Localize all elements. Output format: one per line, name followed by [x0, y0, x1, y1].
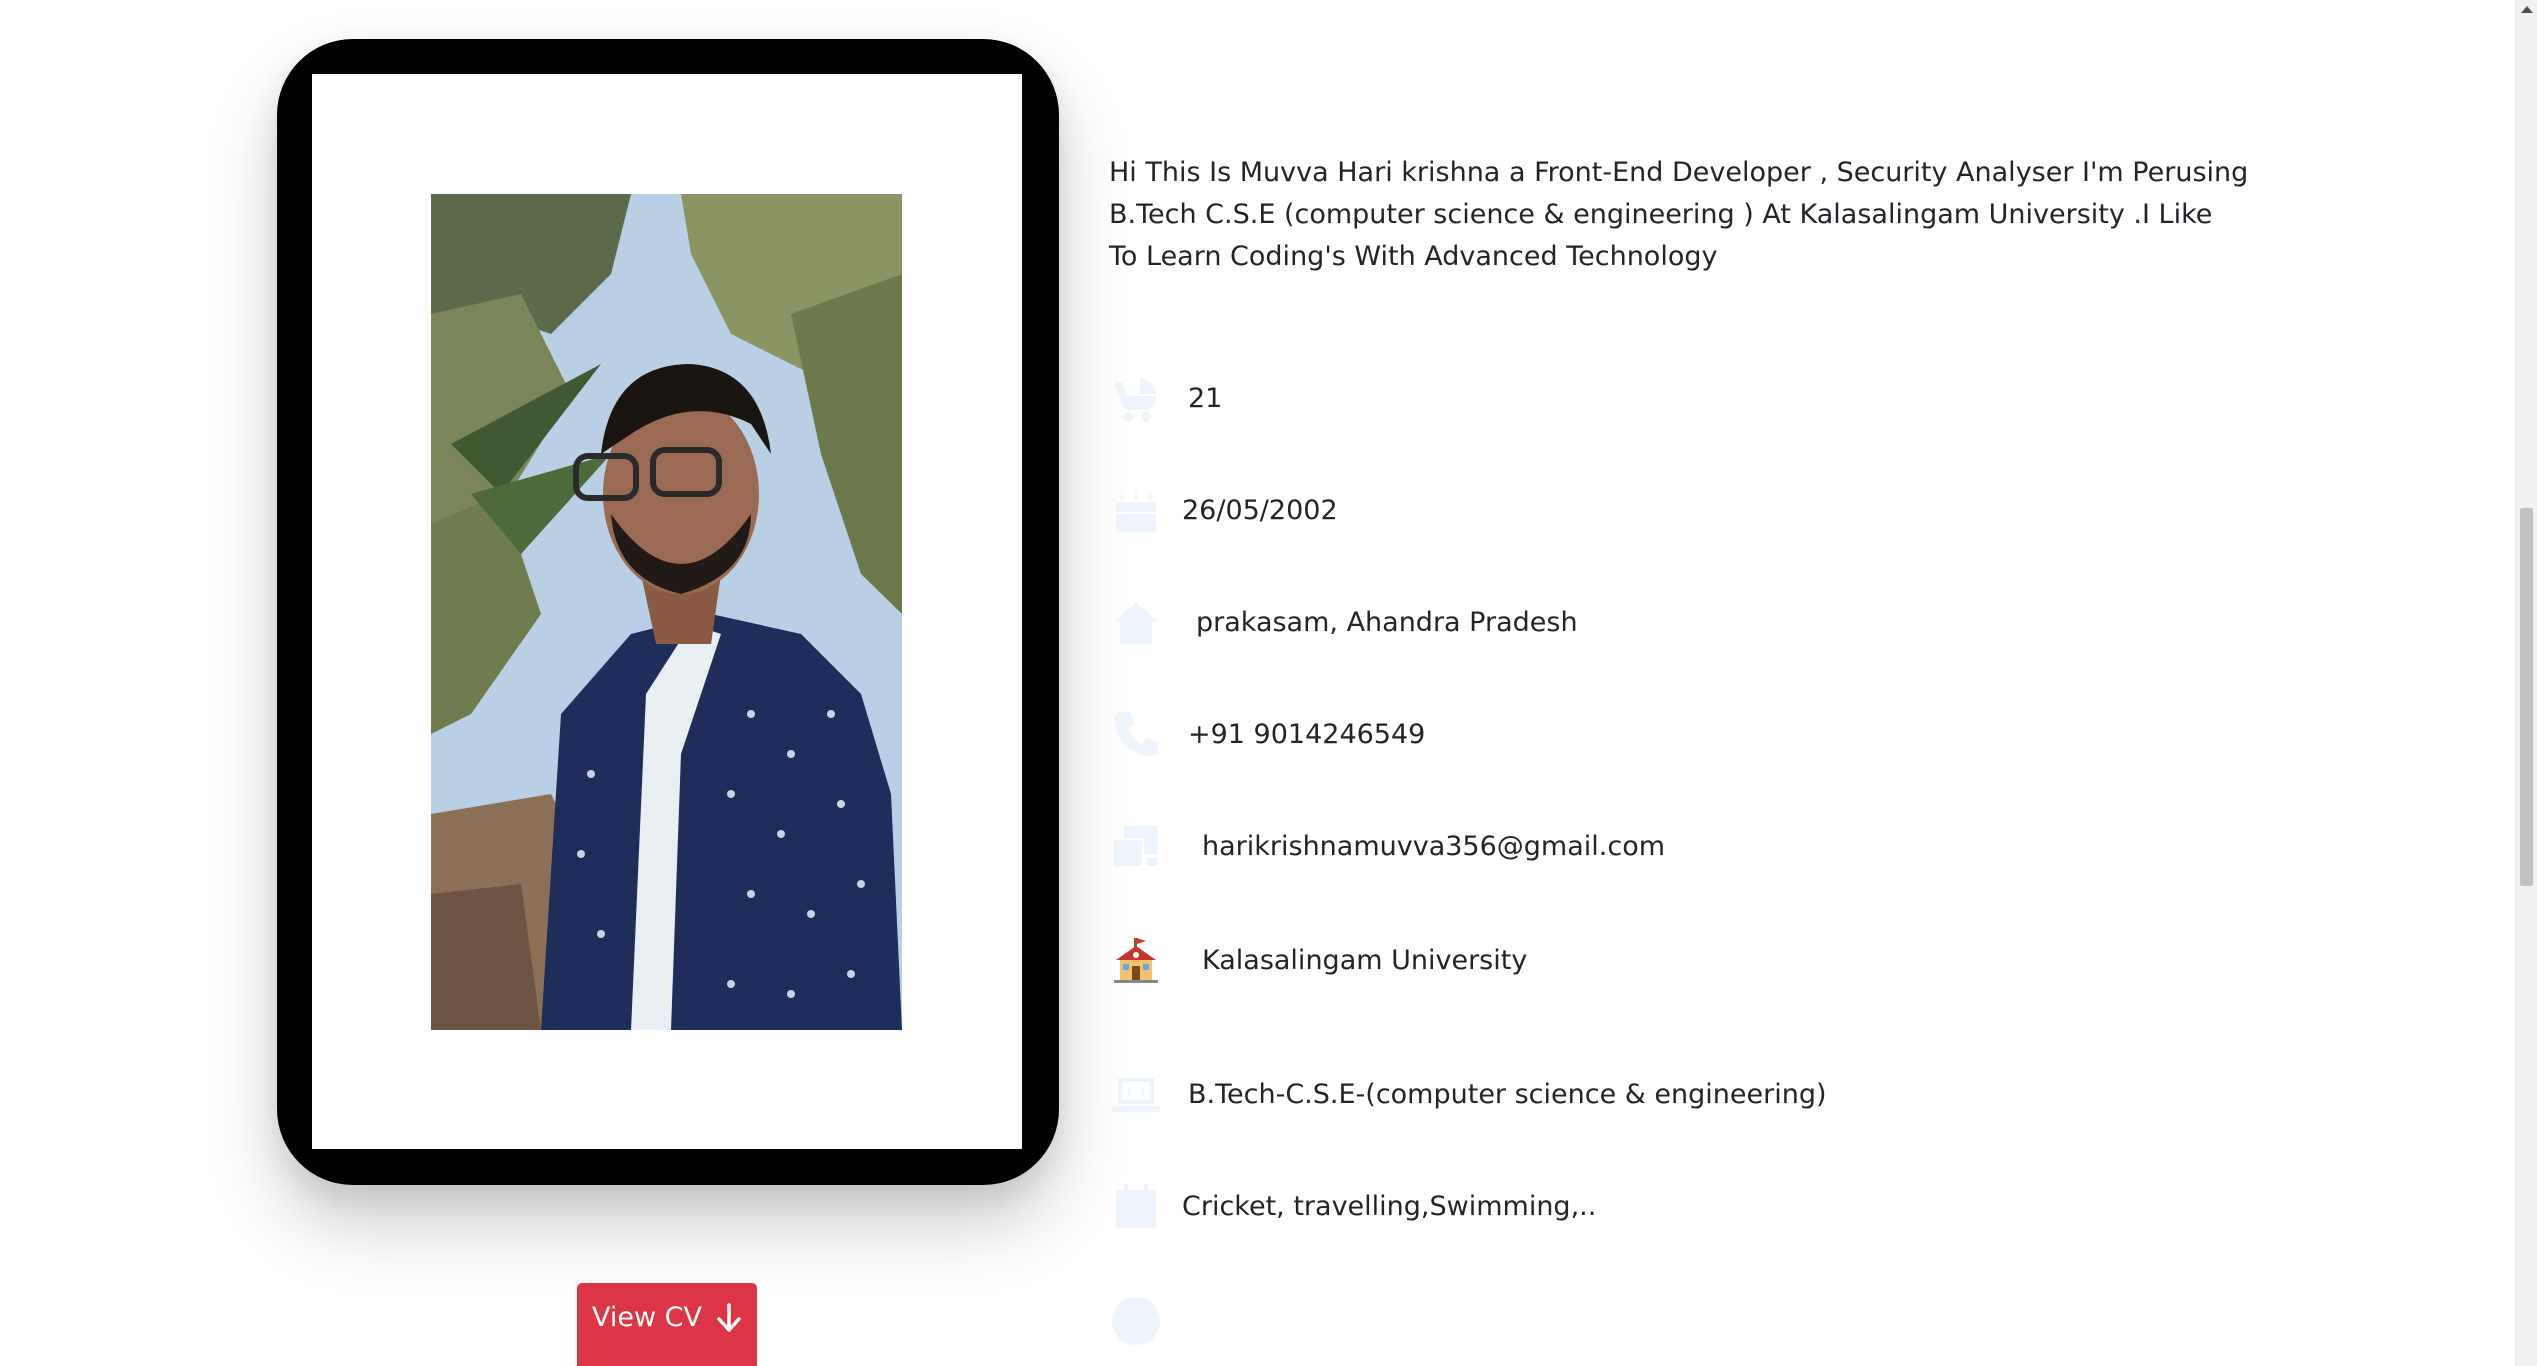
- info-row-birthday: 26/05/2002: [1108, 480, 1338, 540]
- arrow-down-icon: [717, 1302, 741, 1332]
- info-row-degree: B.Tech-C.S.E-(computer science & enginee…: [1108, 1064, 1827, 1124]
- birthday-cake-icon: [1108, 482, 1164, 538]
- globe-icon: [1108, 1293, 1164, 1349]
- phone-icon: [1108, 706, 1164, 762]
- calendar-icon: [1108, 1178, 1164, 1234]
- profile-photo: [431, 194, 902, 1030]
- mail-bulk-icon: [1108, 818, 1164, 874]
- location-value: prakasam, Ahandra Pradesh: [1196, 606, 1578, 638]
- phone-screen: [312, 74, 1022, 1149]
- phone-value: +91 9014246549: [1188, 718, 1426, 750]
- info-row-hobbies: Cricket, travelling,Swimming,..: [1108, 1176, 1596, 1236]
- about-page: View CV Hi This Is Muvva Hari krishna a …: [0, 0, 2537, 1366]
- school-emoji-icon: [1108, 932, 1164, 988]
- baby-carriage-icon: [1108, 370, 1164, 426]
- scrollbar-thumb[interactable]: [2520, 508, 2533, 886]
- info-row-age: 21: [1108, 368, 1222, 428]
- view-cv-button[interactable]: View CV: [577, 1283, 757, 1366]
- info-row-email: harikrishnamuvva356@gmail.com: [1108, 816, 1665, 876]
- age-value: 21: [1188, 382, 1223, 414]
- university-value: Kalasalingam University: [1202, 944, 1528, 976]
- degree-value: B.Tech-C.S.E-(computer science & enginee…: [1188, 1078, 1827, 1110]
- info-row-phone: +91 9014246549: [1108, 704, 1425, 764]
- page-scrollbar[interactable]: [2515, 0, 2537, 1366]
- bio-text: Hi This Is Muvva Hari krishna a Front-En…: [1109, 157, 2249, 272]
- info-row-university: Kalasalingam University: [1108, 930, 1527, 990]
- hobbies-value: Cricket, travelling,Swimming,..: [1182, 1190, 1597, 1222]
- info-row-location: prakasam, Ahandra Pradesh: [1108, 592, 1578, 652]
- home-icon: [1108, 594, 1164, 650]
- phone-frame: [277, 39, 1059, 1185]
- view-cv-label: View CV: [592, 1302, 702, 1333]
- birthday-value: 26/05/2002: [1182, 494, 1338, 526]
- email-value: harikrishnamuvva356@gmail.com: [1202, 830, 1666, 862]
- laptop-code-icon: [1108, 1066, 1164, 1122]
- info-row-website: [1108, 1291, 1164, 1351]
- scroll-up-arrow-icon[interactable]: [2521, 6, 2533, 13]
